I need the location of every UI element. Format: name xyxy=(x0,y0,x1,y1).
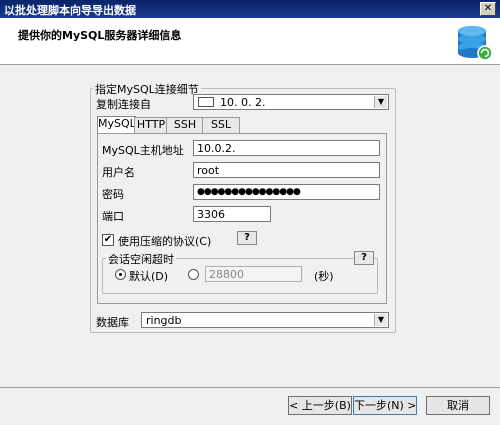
page-title: 提供你的MySQL服务器详细信息 xyxy=(18,29,182,42)
connection-icon xyxy=(198,97,214,107)
idle-default-label: 默认(D) xyxy=(129,270,169,283)
tab-ssl[interactable]: SSL xyxy=(202,117,240,134)
copy-from-select[interactable]: 10. 0. 2. ▼ xyxy=(193,94,389,110)
compression-label: 使用压缩的协议(C) xyxy=(118,235,212,248)
database-label: 数据库 xyxy=(96,316,129,329)
back-button[interactable]: < 上一步(B) xyxy=(288,396,352,415)
port-input[interactable]: 3306 xyxy=(193,206,271,222)
compression-checkbox[interactable]: ✔ xyxy=(102,234,114,246)
copy-from-value: 10. 0. 2. xyxy=(220,96,266,109)
password-label: 密码 xyxy=(102,188,124,201)
tab-http[interactable]: HTTP xyxy=(134,117,168,134)
username-label: 用户名 xyxy=(102,166,135,179)
idle-default-radio[interactable] xyxy=(115,269,126,280)
idle-timeout-legend: 会话空闲超时 xyxy=(106,251,176,267)
chevron-down-icon[interactable]: ▼ xyxy=(374,96,387,108)
idle-timeout-help-button[interactable]: ? xyxy=(354,251,374,265)
database-refresh-icon xyxy=(458,26,493,61)
username-input[interactable]: root xyxy=(193,162,380,178)
tab-ssh[interactable]: SSH xyxy=(166,117,204,134)
connection-details-legend: 指定MySQL连接细节 xyxy=(93,81,201,97)
cancel-button[interactable]: 取消 xyxy=(426,396,490,415)
copy-from-label: 复制连接自 xyxy=(96,98,151,111)
idle-custom-radio[interactable] xyxy=(188,269,199,280)
footer-divider xyxy=(0,387,500,388)
next-button[interactable]: 下一步(N) > xyxy=(353,396,417,415)
idle-unit-label: (秒) xyxy=(314,270,334,283)
tab-mysql[interactable]: MySQL xyxy=(97,116,136,134)
window-title: 以批处理脚本向导导出数据 xyxy=(4,4,136,17)
title-bar: 以批处理脚本向导导出数据 ✕ xyxy=(0,0,500,18)
close-icon[interactable]: ✕ xyxy=(480,2,496,16)
database-select[interactable]: ringdb ▼ xyxy=(141,312,389,328)
port-label: 端口 xyxy=(102,210,124,223)
host-label: MySQL主机地址 xyxy=(102,144,184,157)
idle-timeout-input[interactable]: 28800 xyxy=(205,266,302,282)
compression-help-button[interactable]: ? xyxy=(237,231,257,245)
password-input[interactable]: ●●●●●●●●●●●●●●● xyxy=(193,184,380,200)
host-input[interactable]: 10.0.2. xyxy=(193,140,380,156)
tab-strip: MySQL HTTP SSH SSL xyxy=(97,116,247,134)
wizard-header: 提供你的MySQL服务器详细信息 xyxy=(0,18,500,65)
chevron-down-icon[interactable]: ▼ xyxy=(374,314,387,326)
